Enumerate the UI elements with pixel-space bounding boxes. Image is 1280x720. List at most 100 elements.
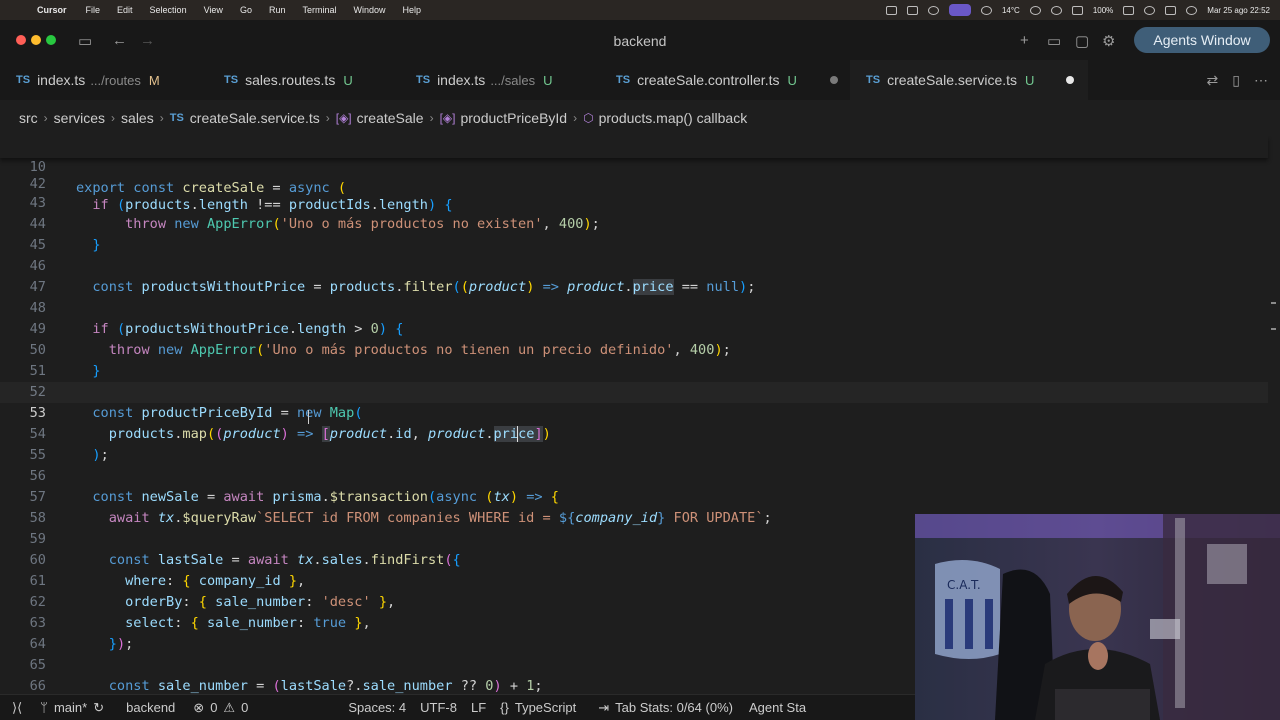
eol-status[interactable]: LF: [471, 700, 486, 715]
tab-createsale-controller[interactable]: TS createSale.controller.ts U: [600, 60, 850, 100]
tab-status: U: [1025, 72, 1035, 88]
breadcrumb-sales[interactable]: sales: [121, 110, 154, 126]
battery-icon[interactable]: [1123, 5, 1135, 15]
svg-text:C.A.T.: C.A.T.: [947, 578, 981, 592]
tab-label: index.ts: [37, 72, 86, 88]
menu-app[interactable]: Cursor: [37, 5, 67, 15]
play-icon[interactable]: [1050, 5, 1062, 15]
tab-status: M: [148, 72, 160, 88]
chevron-right-icon: ›: [325, 111, 330, 125]
code-line: 55: [0, 424, 1268, 463]
chevron-right-icon: ›: [573, 111, 578, 125]
gamepad-icon[interactable]: [927, 5, 939, 15]
screen-icon[interactable]: [906, 5, 918, 15]
tab-sales-routes[interactable]: TS sales.routes.ts U: [208, 60, 400, 100]
menubar-status-area: 14°C 100% Mar 25 ago 22:52: [885, 0, 1270, 20]
breadcrumb-src[interactable]: src: [19, 110, 38, 126]
code-line: 47: [0, 256, 1268, 295]
tab-createsale-service[interactable]: TS createSale.service.ts U: [850, 60, 1088, 100]
battery-percent[interactable]: 100%: [1093, 6, 1113, 15]
chevron-right-icon: ›: [159, 111, 164, 125]
code-line: 49 throw new AppError('Uno o más product…: [0, 298, 1268, 358]
menu-selection[interactable]: Selection: [150, 5, 187, 15]
menu-go[interactable]: Go: [240, 5, 252, 15]
breadcrumb-file[interactable]: createSale.service.ts: [190, 110, 320, 126]
editor-tabs: TS index.ts .../routes M TS sales.routes…: [0, 60, 1280, 100]
agent-status[interactable]: Agent Sta: [749, 700, 806, 715]
record-icon[interactable]: [1029, 5, 1041, 15]
code-line: 48 if (productsWithoutPrice.length > 0) …: [0, 277, 1268, 337]
tab-path: .../sales: [490, 72, 536, 88]
code-line: 52 const productPriceById = new Map(: [0, 361, 1268, 421]
window-titlebar: ▭ ← → backend + ▭ ▢ ⚙ Agents Window: [0, 20, 1280, 60]
scrollbar-marker[interactable]: [1271, 328, 1276, 330]
menu-terminal[interactable]: Terminal: [302, 5, 336, 15]
breadcrumb-symbol-callback[interactable]: products.map() callback: [599, 110, 748, 126]
chevron-right-icon: ›: [111, 111, 116, 125]
typescript-icon: TS: [224, 74, 239, 86]
remote-icon[interactable]: ⟩⟨: [12, 700, 22, 716]
wifi-icon[interactable]: [980, 5, 992, 15]
tab-unsaved-dot[interactable]: [1066, 76, 1074, 84]
sticky-scroll-line[interactable]: 10 export const createSale = async (: [0, 136, 1268, 196]
branch-icon: ᛘ: [40, 700, 48, 715]
symbol-variable-icon: [◈]: [439, 111, 456, 125]
symbol-variable-icon: [◈]: [335, 111, 352, 125]
menu-window[interactable]: Window: [353, 5, 385, 15]
recording-icon[interactable]: [948, 4, 971, 16]
menu-view[interactable]: View: [204, 5, 223, 15]
agents-window-button[interactable]: Agents Window: [1134, 27, 1270, 53]
menu-edit[interactable]: Edit: [117, 5, 133, 15]
problems-status[interactable]: ⊗ 0 ⚠ 0: [193, 700, 248, 716]
typescript-icon: TS: [616, 74, 631, 86]
layout-icon[interactable]: ▭: [1047, 32, 1061, 50]
typescript-icon: TS: [416, 74, 431, 86]
language-label: TypeScript: [514, 700, 577, 715]
split-editor-icon[interactable]: ▯: [1232, 72, 1240, 89]
branch-status[interactable]: ᛘ main* ↻: [40, 700, 104, 716]
tab-status: U: [543, 72, 553, 88]
menu-help[interactable]: Help: [403, 5, 422, 15]
menu-run[interactable]: Run: [269, 5, 286, 15]
breadcrumb-symbol-productpricebyid[interactable]: productPriceById: [460, 110, 567, 126]
typescript-icon: TS: [169, 112, 184, 124]
webcam-overlay: C.A.T.: [915, 514, 1280, 720]
breadcrumb-symbol-createsale[interactable]: createSale: [357, 110, 424, 126]
code-line: 58: [0, 487, 1268, 526]
project-status[interactable]: backend: [126, 700, 175, 715]
control-center-icon[interactable]: [1165, 5, 1177, 15]
compare-icon[interactable]: ⇄: [1207, 72, 1219, 89]
sliders-icon[interactable]: [1071, 5, 1083, 15]
search-icon[interactable]: [1144, 5, 1156, 15]
tab-stats-status[interactable]: ⇥ Tab Stats: 0/64 (0%): [598, 700, 733, 716]
language-status[interactable]: {} TypeScript: [500, 700, 576, 715]
typescript-icon: TS: [866, 74, 881, 86]
shield-icon[interactable]: [885, 5, 897, 15]
encoding-status[interactable]: UTF-8: [420, 700, 457, 715]
tab-status: U: [787, 72, 797, 88]
breadcrumb: src › services › sales › TS createSale.serv…: [0, 100, 1280, 136]
webcam-video-image: C.A.T.: [915, 514, 1280, 720]
typescript-icon: TS: [16, 74, 31, 86]
symbol-method-icon: ⬡: [583, 111, 594, 125]
scrollbar-marker[interactable]: [1271, 302, 1276, 304]
tab-index-sales[interactable]: TS index.ts .../sales U: [400, 60, 600, 100]
macos-menubar: Cursor File Edit Selection View Go Run T…: [0, 0, 1280, 20]
tab-stats-label: Tab Stats: 0/64 (0%): [615, 700, 733, 715]
gear-icon[interactable]: ⚙: [1102, 32, 1115, 50]
error-icon: ⊗: [193, 699, 205, 715]
chevron-right-icon: ›: [429, 111, 434, 125]
plus-icon[interactable]: +: [1020, 32, 1029, 49]
breadcrumb-services[interactable]: services: [54, 110, 105, 126]
sync-icon: ↻: [93, 699, 105, 715]
mouse-ibeam-cursor: [308, 410, 313, 424]
tab-index-routes[interactable]: TS index.ts .../routes M: [0, 60, 208, 100]
chat-icon[interactable]: ▢: [1075, 32, 1089, 50]
agent-status-label: Agent Sta: [748, 700, 807, 715]
more-icon[interactable]: ⋯: [1254, 72, 1268, 89]
menubar-clock[interactable]: Mar 25 ago 22:52: [1207, 6, 1270, 15]
menu-file[interactable]: File: [86, 5, 101, 15]
siri-icon[interactable]: [1186, 5, 1198, 15]
indentation-status[interactable]: Spaces: 4: [348, 700, 406, 715]
weather-temperature[interactable]: 14°C: [1002, 6, 1020, 15]
